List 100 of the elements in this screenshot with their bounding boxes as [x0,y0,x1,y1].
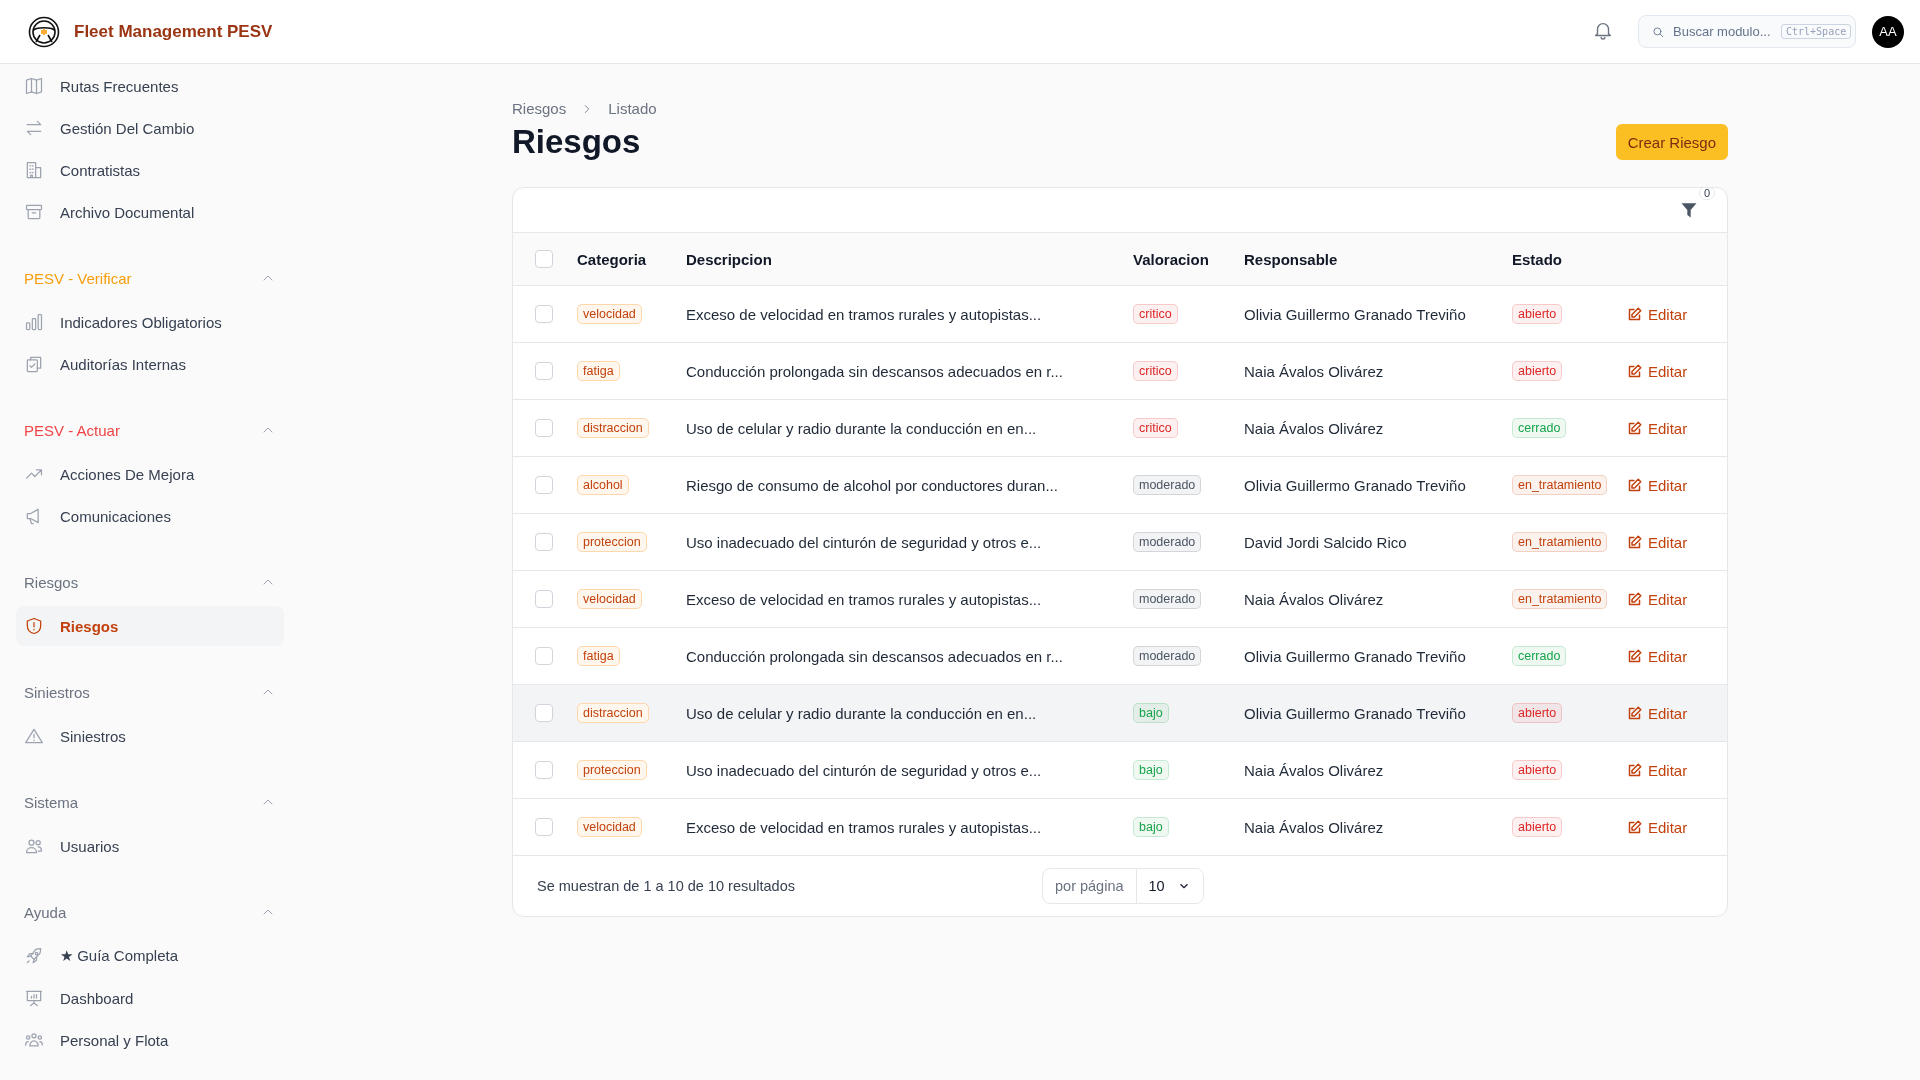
column-header: Categoria [577,250,648,268]
checkbox[interactable] [535,362,553,380]
status-badge: moderado [1133,589,1202,609]
edit-icon [1627,705,1642,721]
presentation-icon [24,988,44,1008]
checkbox[interactable] [535,647,553,665]
table-cell-text: Conducción prolongada sin descansos adecuados en r... [686,362,1064,380]
table-cell-text: Olivia Guillermo Granado Treviño [1244,704,1467,722]
table-cell-text: Riesgo de consumo de alcohol por conductores duran... [686,476,1059,494]
edit-icon [1627,477,1642,493]
table-cell-text: Conducción prolongada sin descansos adecuados en r... [686,647,1064,665]
sidebar-item[interactable]: Gestión Del Cambio [16,108,284,148]
table-cell-text: Naia Ávalos Olivárez [1244,590,1385,608]
status-badge: abierto [1512,817,1563,837]
archive-icon [24,202,44,222]
checkbox[interactable] [535,419,553,437]
edit-link[interactable]: Editar [1627,476,1688,494]
category-tag: velocidad [577,304,642,324]
status-badge: bajo [1133,703,1169,723]
category-tag: velocidad [577,817,642,837]
section-title: Sistema [24,793,80,811]
checkbox[interactable] [535,250,553,268]
section-title: PESV - Verificar [24,269,133,287]
category-tag: distraccion [577,418,649,438]
category-tag: velocidad [577,589,642,609]
sidebar-item[interactable]: Archivo Documental [16,192,284,232]
edit-link[interactable]: Editar [1627,704,1688,722]
section-title: Riesgos [24,573,80,591]
checkbox[interactable] [535,704,553,722]
checkbox[interactable] [535,305,553,323]
sidebar-item[interactable]: Indicadores Obligatorios [16,302,284,342]
edit-icon [1627,363,1642,379]
checkbox[interactable] [535,476,553,494]
checkbox[interactable] [535,533,553,551]
category-tag: distraccion [577,703,649,723]
warning-icon [24,726,44,746]
edit-icon [1627,648,1642,664]
app-title: Fleet Management PESV [74,21,273,42]
column-header: Valoracion [1133,250,1210,268]
user-avatar[interactable]: AA [1872,15,1904,48]
edit-icon [1627,819,1642,835]
status-badge: bajo [1133,817,1169,837]
table-cell-text: Naia Ávalos Olivárez [1244,761,1385,779]
sidebar-item[interactable]: Acciones De Mejora [16,454,284,494]
shortcut-hint: Ctrl+Space [1781,24,1852,39]
status-badge: en_tratamiento [1512,532,1608,552]
create-button[interactable]: Crear Riesgo [1615,124,1728,160]
table-cell-text: Exceso de velocidad en tramos rurales y autopistas... [686,305,1043,323]
checkbox[interactable] [535,590,553,608]
status-badge: cerrado [1512,418,1567,438]
filter-count: 0 [1698,188,1715,200]
sidebar-item[interactable]: Dashboard [16,978,284,1018]
sidebar-item[interactable]: Rutas Frecuentes [16,66,284,106]
status-badge: moderado [1133,532,1202,552]
column-header: Estado [1512,250,1563,268]
table-cell-text: Olivia Guillermo Granado Treviño [1244,476,1467,494]
sidebar-item[interactable]: Auditorías Internas [16,344,284,384]
edit-link[interactable]: Editar [1627,362,1688,380]
checkbox[interactable] [535,818,553,836]
building-icon [24,160,44,180]
table-cell-text: Naia Ávalos Olivárez [1244,818,1385,836]
clipboard-check-icon [24,354,44,374]
table-cell-text: Olivia Guillermo Granado Treviño [1244,647,1467,665]
search-icon [1651,24,1665,39]
bar-chart-icon [24,312,44,332]
search-field[interactable]: Buscar modulo... [1673,24,1773,39]
sidebar-item[interactable]: Personal y Flota [16,1020,284,1060]
table-cell-text: Uso inadecuado del cinturón de seguridad y otros e... [686,761,1043,779]
arrows-icon [24,118,44,138]
edit-link[interactable]: Editar [1627,761,1688,779]
sidebar-item[interactable]: Comunicaciones [16,496,284,536]
sidebar-item[interactable]: Riesgos [16,606,284,646]
edit-icon [1627,306,1642,322]
edit-icon [1627,591,1642,607]
table-cell-text: Naia Ávalos Olivárez [1244,362,1385,380]
checkbox[interactable] [535,761,553,779]
status-badge: cerrado [1512,646,1567,666]
breadcrumb-current: Listado [608,100,657,117]
sidebar-item[interactable]: Contratistas [16,150,284,190]
filter-icon[interactable] [1679,200,1699,220]
edit-link[interactable]: Editar [1627,305,1688,323]
sidebar-item[interactable]: Siniestros [16,716,284,756]
status-badge: en_tratamiento [1512,589,1608,609]
edit-link[interactable]: Editar [1627,419,1688,437]
steering-wheel-icon [28,15,60,48]
results-summary: Se muestran de 1 a 10 de 10 resultados [537,878,796,894]
table-cell-text: Uso de celular y radio durante la conducción en en... [686,704,1038,722]
edit-icon [1627,420,1642,436]
category-tag: fatiga [577,646,620,666]
edit-link[interactable]: Editar [1627,647,1688,665]
breadcrumb-link[interactable]: Riesgos [512,100,567,117]
sidebar-item[interactable]: Usuarios [16,826,284,866]
edit-link[interactable]: Editar [1627,590,1688,608]
edit-icon [1627,534,1642,550]
edit-link[interactable]: Editar [1627,818,1688,836]
section-title: Ayuda [24,903,68,921]
edit-link[interactable]: Editar [1627,533,1688,551]
edit-icon [1627,762,1642,778]
sidebar-item[interactable]: ★ Guía Completa [16,936,284,976]
status-badge: critico [1133,418,1178,438]
